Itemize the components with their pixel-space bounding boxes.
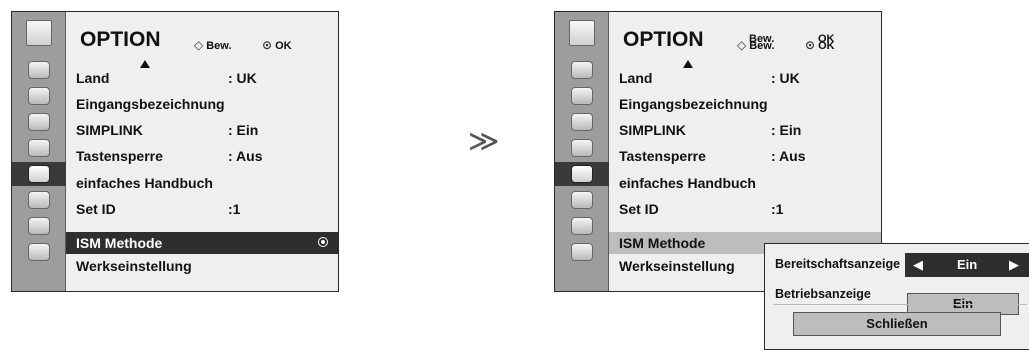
category-icon-strip [12,12,66,291]
clock-icon[interactable] [565,136,599,160]
category-icon-strip [555,12,609,291]
lock-icon[interactable] [565,188,599,212]
antenna-icon[interactable] [565,58,599,82]
divider [773,304,1027,305]
toolbox-icon [567,18,597,48]
menu-title: OPTION [623,28,704,51]
picture-icon[interactable] [22,84,56,108]
audio-icon[interactable] [565,110,599,134]
menu-item-tastensperre[interactable]: Tastensperre: Aus [76,145,338,167]
option-icon[interactable] [12,162,66,186]
menu-item-tastensperre[interactable]: Tastensperre: Aus [619,145,881,167]
input-icon[interactable] [22,214,56,238]
ok-button-icon: ⊙ [262,38,273,52]
option-icon[interactable] [555,162,609,186]
menu-item-simplink[interactable]: SIMPLINK: Ein [76,119,338,141]
usb-icon[interactable] [22,240,56,264]
input-icon[interactable] [565,214,599,238]
audio-icon[interactable] [22,110,56,134]
move-hint: ◇ Bew. [194,38,232,52]
menu-title: OPTION [80,28,161,51]
arrow-right-icon[interactable]: ▶ [1009,257,1019,273]
menu-item-werkseinstellung[interactable]: Werkseinstellung [76,255,338,277]
menu-item-land[interactable]: Land: UK [619,67,881,89]
menu-item-eingangsbezeichnung[interactable]: Eingangsbezeichnung [76,93,338,115]
ism-submenu-popup: Bereitschaftsanzeige ◀ Ein ▶ Betriebsanz… [764,243,1029,350]
standby-light-value: Ein [957,257,978,272]
menu-item-einfaches-handbuch[interactable]: einfaches Handbuch [76,172,338,194]
move-hint-overlay: Bew. [749,33,775,45]
enter-icon [318,237,328,247]
transition-arrow-icon: ≫ [468,125,500,158]
option-menu-panel: OPTION ◇ Bew. ⊙ OK Land: UK Eingangsbezeic… [11,11,339,292]
lock-icon[interactable] [22,188,56,212]
usb-icon[interactable] [565,240,599,264]
arrow-left-icon[interactable]: ◀ [913,257,923,273]
ok-hint-overlay: OK [818,33,835,45]
standby-light-selector[interactable]: ◀ Ein ▶ [905,253,1029,277]
menu-item-set-id[interactable]: Set ID:1 [76,198,338,220]
antenna-icon[interactable] [22,58,56,82]
standby-light-label: Bereitschaftsanzeige [775,257,901,271]
menu-item-set-id[interactable]: Set ID:1 [619,198,881,220]
move-arrows-icon: ◇ [737,38,747,52]
ok-button-icon: ⊙ [805,38,816,52]
menu-item-ism-methode[interactable]: ISM Methode [66,232,338,254]
menu-item-land[interactable]: Land: UK [76,67,338,89]
menu-item-simplink[interactable]: SIMPLINK: Ein [619,119,881,141]
move-arrows-icon: ◇ [194,38,204,52]
clock-icon[interactable] [22,136,56,160]
ok-hint: ⊙ OK [262,38,292,52]
menu-item-einfaches-handbuch[interactable]: einfaches Handbuch [619,172,881,194]
menu-item-eingangsbezeichnung[interactable]: Eingangsbezeichnung [619,93,881,115]
picture-icon[interactable] [565,84,599,108]
close-button[interactable]: Schließen [793,312,1001,336]
power-light-label: Betriebsanzeige [775,287,871,301]
toolbox-icon [24,18,54,48]
